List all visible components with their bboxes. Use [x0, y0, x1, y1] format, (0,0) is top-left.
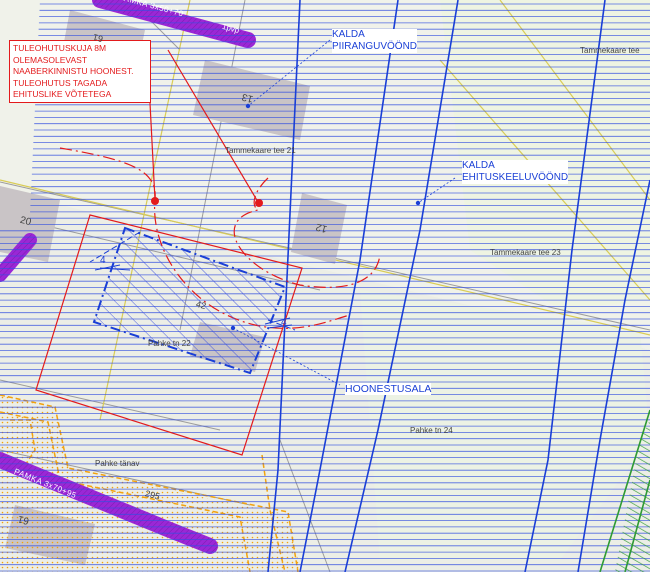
note-line-1: TULEOHUTUSKUJA 8M — [13, 43, 107, 53]
kalda-ehituskeelu-line-2: EHITUSKEELUVÖÖND — [462, 172, 569, 183]
address-tammekaare-top: Tammekaare tee — [580, 46, 640, 55]
fire-safety-note: TULEOHUTUSKUJA 8M OLEMASOLEVAST NAABERKI… — [9, 40, 151, 103]
address-pahke-tanav: Pahke tänav — [95, 459, 140, 468]
kalda-ehituskeeluvoond-label: KALDA EHITUSKEELUVÖÖND — [462, 160, 569, 184]
address-pahke-24: Pahke tn 24 — [410, 426, 453, 435]
note-line-2: OLEMASOLEVAST — [13, 54, 88, 65]
fire-point-right — [255, 199, 263, 207]
note-line-5: EHITUSLIKE VÕTETEGA — [13, 89, 112, 99]
dimension-left: 4 — [100, 255, 106, 266]
address-tammekaare-21: Tammekaare tee 21 — [225, 146, 296, 155]
address-pahke-22: Pahke tn 22 — [148, 339, 191, 348]
plan-map: TULEOHUTUSKUJA 8M OLEMASOLEVAST NAABERKI… — [0, 0, 650, 572]
address-tammekaare-23: Tammekaare tee 23 — [490, 248, 561, 257]
kalda-piiranguvoond-label: KALDA PIIRANGUVÖÖND — [332, 29, 418, 53]
note-line-3: NAABERKINNISTU HOONEST. — [13, 66, 134, 76]
kalda-piirangu-line-2: PIIRANGUVÖÖND — [332, 41, 418, 52]
kalda-ehituskeelu-line-1: KALDA — [462, 160, 495, 171]
dimension-right: 4 — [281, 317, 287, 328]
hoonestusala-label: HOONESTUSALA — [345, 383, 432, 395]
kalda-piirangu-line-1: KALDA — [332, 29, 365, 40]
fire-point-left — [151, 197, 159, 205]
note-line-4: TULEOHUTUS TAGADA — [13, 77, 108, 88]
